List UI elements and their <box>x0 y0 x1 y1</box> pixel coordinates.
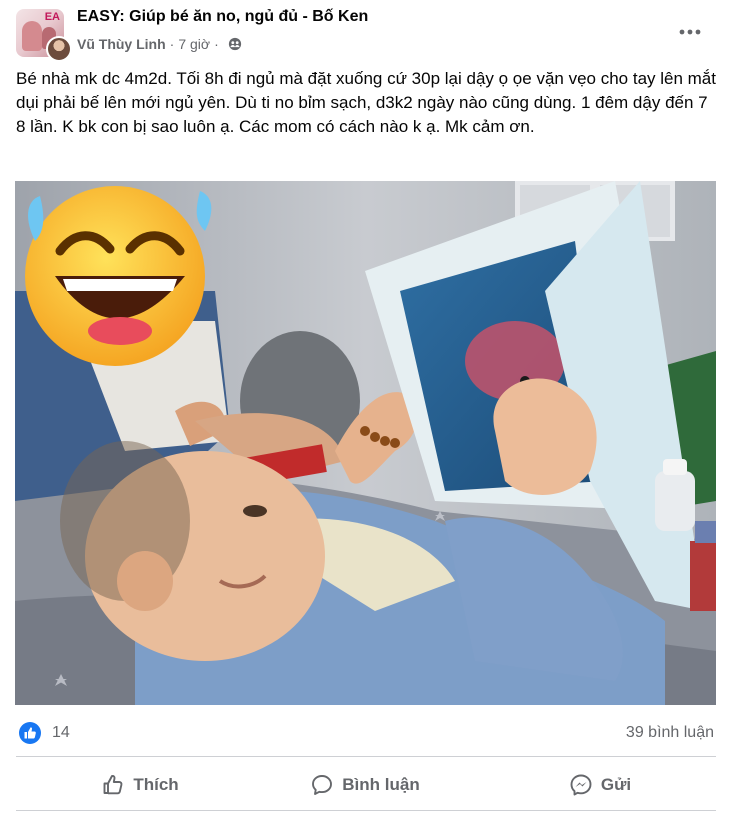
meta-separator: · <box>214 36 219 52</box>
like-button-label: Thích <box>133 775 179 794</box>
comment-count[interactable]: 39 bình luận <box>626 724 714 742</box>
send-button-label: Gửi <box>600 775 632 794</box>
meta-separator: · <box>169 36 175 52</box>
photo-baby-reading-book <box>15 181 716 705</box>
group-name[interactable]: EASY: Giúp bé ăn no, ngủ đủ - Bố Ken <box>77 8 368 26</box>
comment-button-label: Bình luận <box>342 775 420 794</box>
more-options-button[interactable] <box>672 14 708 50</box>
divider <box>16 810 716 811</box>
post-photo[interactable] <box>15 181 716 705</box>
group-members-icon[interactable] <box>228 37 242 51</box>
post-text: Bé nhà mk dc 4m2d. Tối 8h đi ngủ mà đặt … <box>16 69 716 136</box>
post-header: EA EASY: Giúp bé ăn no, ngủ đủ - Bố Ken … <box>0 0 732 64</box>
comment-icon <box>312 775 333 795</box>
more-horizontal-icon <box>679 29 701 35</box>
divider <box>16 756 716 757</box>
comment-button[interactable]: Bình luận <box>300 766 430 804</box>
reactions-summary: 14 39 bình luận <box>0 712 732 754</box>
post-time[interactable]: 7 giờ <box>178 36 210 52</box>
user-avatar[interactable] <box>46 36 72 62</box>
thumbs-up-icon <box>103 774 123 795</box>
author-name[interactable]: Vũ Thùy Linh <box>77 36 166 52</box>
post-meta: Vũ Thùy Linh · 7 giờ · <box>77 36 242 52</box>
like-button[interactable]: Thích <box>90 766 190 804</box>
messenger-icon <box>570 774 592 796</box>
group-avatar-text: EA <box>44 11 60 23</box>
like-count[interactable]: 14 <box>52 724 70 742</box>
like-reaction-icon[interactable] <box>19 722 41 744</box>
send-button[interactable]: Gửi <box>560 766 640 804</box>
post-actions: Thích Bình luận Gửi <box>0 760 732 810</box>
avatar-figure <box>22 21 42 51</box>
